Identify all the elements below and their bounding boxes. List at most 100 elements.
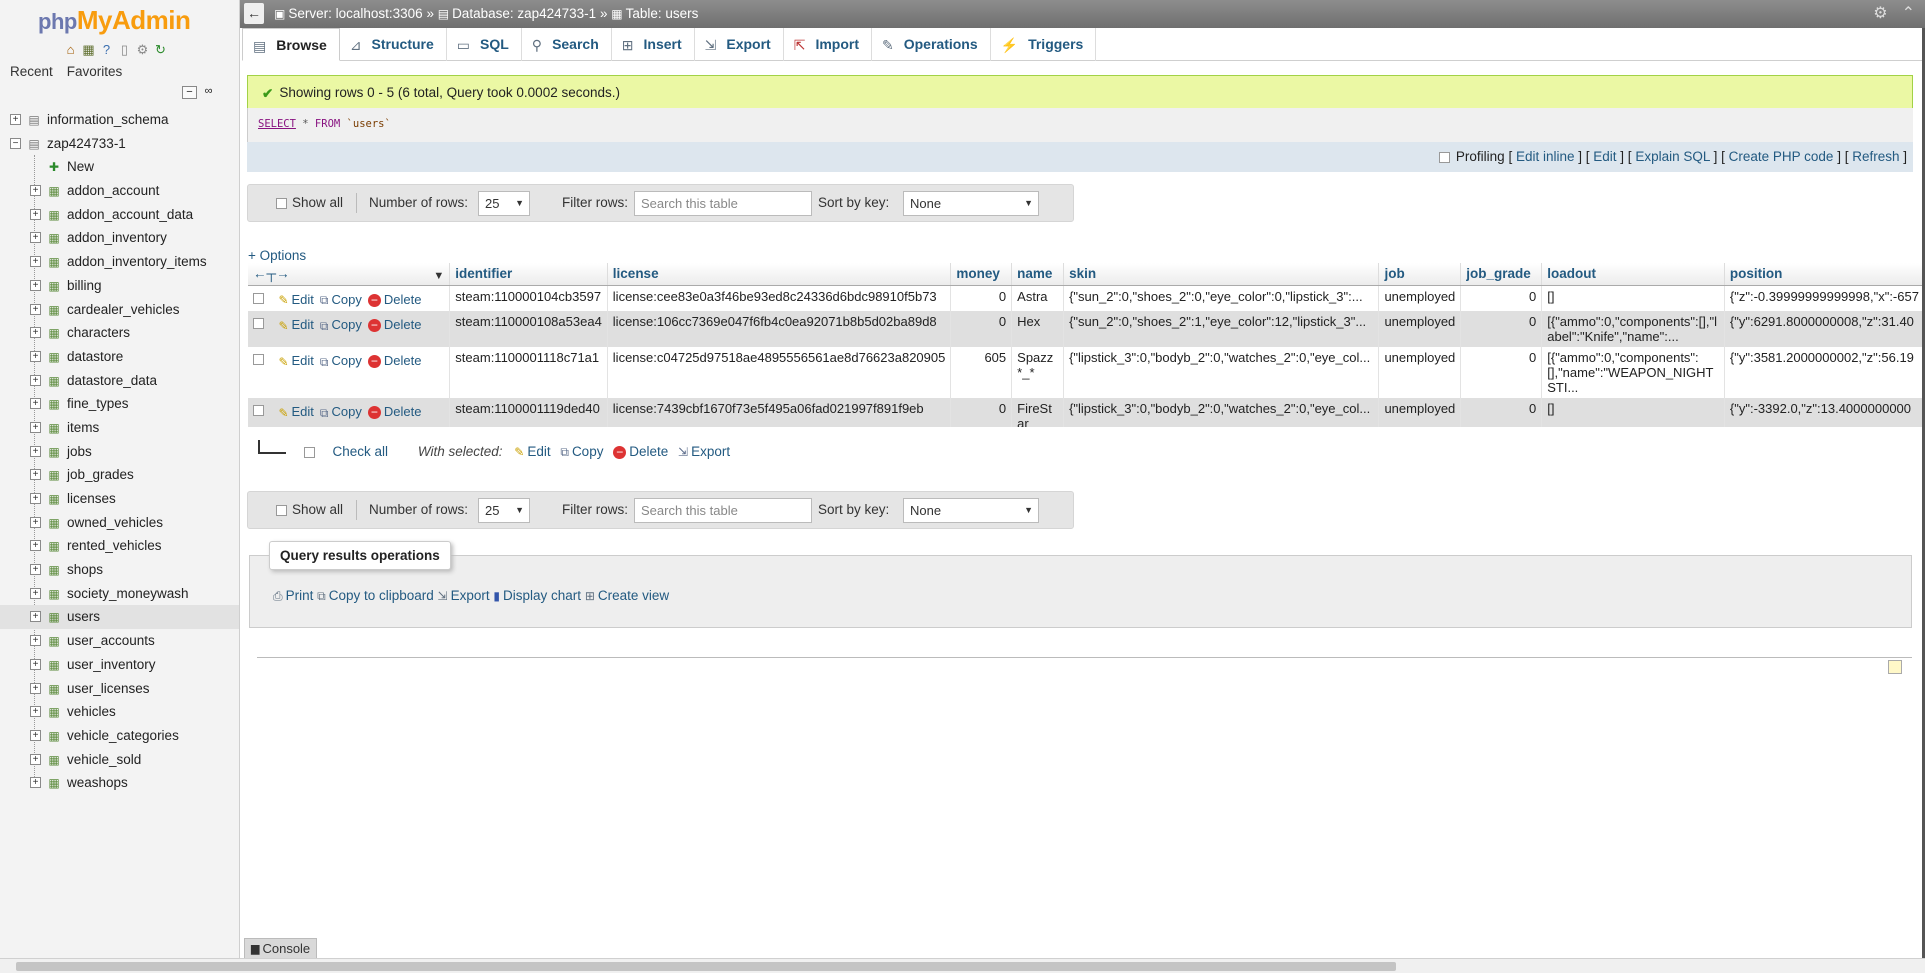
scrollbar-thumb[interactable] [16, 962, 1396, 971]
sidebar-item-label[interactable]: licenses [67, 491, 116, 506]
sidebar-item-addon-account-data[interactable]: + ▦ addon_account_data [0, 203, 239, 227]
cell-skin[interactable]: {"lipstick_3":0,"bodyb_2":0,"watches_2":… [1063, 398, 1380, 427]
help-icon[interactable]: ? [99, 42, 114, 57]
sidebar-item-label[interactable]: jobs [67, 444, 92, 459]
collapse-icon[interactable]: − [10, 137, 21, 149]
new-label[interactable]: New [67, 159, 94, 174]
show-all-toggle[interactable]: Show all [276, 185, 343, 221]
sort-options-icon[interactable]: ▼ [433, 270, 444, 282]
sidebar-item-society-moneywash[interactable]: + ▦ society_moneywash [0, 582, 239, 606]
table-browse-icon[interactable]: ▦ [47, 468, 61, 482]
copy-to-clipboard-link[interactable]: ⧉ Copy to clipboard [317, 588, 434, 603]
expand-icon[interactable]: + [30, 587, 41, 599]
column-header-name[interactable]: name [1011, 263, 1065, 286]
sidebar-item-label[interactable]: owned_vehicles [67, 515, 163, 530]
sidebar-item-user-licenses[interactable]: + ▦ user_licenses [0, 677, 239, 701]
row-delete-button[interactable]: − Delete [367, 353, 421, 369]
cell-position[interactable]: {"y":6291.8000000008,"z":31.40 [1724, 311, 1925, 347]
row-edit-button[interactable]: ✎ Edit [278, 353, 313, 368]
sort-key-select[interactable]: None ▼ [903, 191, 1039, 216]
refresh-link[interactable]: Refresh [1852, 149, 1899, 164]
row-checkbox[interactable] [253, 318, 264, 329]
expand-icon[interactable]: + [30, 398, 41, 410]
table-browse-icon[interactable]: ▦ [47, 255, 61, 269]
table-browse-icon[interactable]: ▦ [47, 374, 61, 388]
table-browse-icon[interactable]: ▦ [47, 729, 61, 743]
expand-icon[interactable]: + [30, 185, 41, 197]
sidebar-item-users[interactable]: + ▦ users [0, 605, 239, 630]
table-browse-icon[interactable]: ▦ [47, 231, 61, 245]
expand-icon[interactable]: + [30, 753, 41, 765]
cell-job[interactable]: unemployed [1378, 285, 1462, 311]
sidebar-item-vehicle-categories[interactable]: + ▦ vehicle_categories [0, 724, 239, 748]
sidebar-item-user-accounts[interactable]: + ▦ user_accounts [0, 629, 239, 653]
tab-triggers[interactable]: ⚡ Triggers [991, 28, 1097, 61]
expand-icon[interactable]: + [30, 658, 41, 670]
column-header-job[interactable]: job [1378, 263, 1462, 286]
sidebar-item-jobs[interactable]: + ▦ jobs [0, 440, 239, 464]
table-browse-icon[interactable]: ▦ [47, 682, 61, 696]
check-all-checkbox[interactable] [303, 446, 315, 458]
sidebar-item-label[interactable]: fine_types [67, 396, 129, 411]
expand-icon[interactable]: + [10, 114, 21, 125]
cell-name[interactable]: FireStar [1011, 398, 1065, 427]
reload-icon[interactable]: ↻ [153, 42, 168, 57]
table-browse-icon[interactable]: ▦ [47, 492, 61, 506]
cell-license[interactable]: license:cee83e0a3f46be93ed8c24336d6bdc98… [607, 285, 952, 311]
table-browse-icon[interactable]: ▦ [47, 326, 61, 340]
sidebar-item-label[interactable]: weashops [67, 775, 128, 790]
db-label[interactable]: zap424733-1 [47, 136, 126, 151]
cell-loadout[interactable]: [{"ammo":0,"components":[],"name":"WEAPO… [1541, 347, 1725, 398]
sidebar-item-label[interactable]: addon_account [67, 183, 159, 198]
home-icon[interactable]: ⌂ [63, 42, 78, 57]
sidebar-item-weashops[interactable]: + ▦ weashops [0, 771, 239, 795]
sidebar-item-label[interactable]: addon_inventory [67, 230, 167, 245]
row-checkbox[interactable] [253, 292, 264, 304]
filter-rows-input[interactable]: Search this table [634, 498, 812, 523]
cell-identifier[interactable]: steam:110000104cb3597 [449, 285, 608, 311]
cell-loadout[interactable]: [] [1541, 398, 1725, 427]
sidebar-item-label[interactable]: vehicle_sold [67, 752, 141, 767]
expand-icon[interactable]: + [30, 279, 41, 291]
phpmyadmin-logo[interactable]: phpMyAdmin [38, 5, 191, 36]
db-icon[interactable]: ▦ [81, 42, 96, 57]
expand-icon[interactable]: + [30, 208, 41, 220]
sidebar-item-label[interactable]: cardealer_vehicles [67, 302, 180, 317]
expand-icon[interactable]: + [30, 421, 41, 433]
cell-money[interactable]: 0 [950, 285, 1013, 311]
table-browse-icon[interactable]: ▦ [47, 397, 61, 411]
horizontal-scrollbar[interactable] [0, 958, 1925, 973]
cell-job-grade[interactable]: 0 [1460, 347, 1543, 398]
tree-new-table[interactable]: ✚ New [0, 155, 239, 179]
sidebar-item-label[interactable]: rented_vehicles [67, 538, 162, 553]
table-browse-icon[interactable]: ▦ [47, 539, 61, 553]
create-view-link[interactable]: ⊞ Create view [585, 588, 669, 603]
expand-icon[interactable]: + [30, 445, 41, 457]
sidebar-item-addon-inventory[interactable]: + ▦ addon_inventory [0, 226, 239, 250]
expand-icon[interactable]: + [30, 706, 41, 718]
tree-db-information-schema[interactable]: + ▤ information_schema [0, 108, 239, 132]
cell-position[interactable]: {"z":-0.39999999999998,"x":-657 [1724, 285, 1925, 311]
rows-select[interactable]: 25 ▼ [478, 191, 530, 216]
sidebar-item-datastore[interactable]: + ▦ datastore [0, 345, 239, 369]
tab-export[interactable]: ⇲ Export [695, 28, 784, 61]
bulk-edit-button[interactable]: ✎ Edit [514, 444, 550, 459]
cell-name[interactable]: Spazz *_* [1011, 347, 1065, 398]
bulk-export-button[interactable]: ⇲ Export [678, 444, 730, 459]
expand-icon[interactable]: + [30, 611, 41, 623]
show-all-checkbox[interactable] [276, 504, 287, 516]
docs-icon[interactable]: ▯ [117, 42, 132, 57]
sidebar-item-label[interactable]: society_moneywash [67, 586, 189, 601]
expand-icon[interactable]: + [30, 777, 41, 789]
sidebar-item-label[interactable]: user_accounts [67, 633, 155, 648]
bulk-delete-button[interactable]: − Delete [613, 444, 668, 459]
cell-identifier[interactable]: steam:1100001118c71a1 [449, 347, 608, 398]
cell-job-grade[interactable]: 0 [1460, 311, 1543, 347]
table-browse-icon[interactable]: ▦ [47, 421, 61, 435]
sidebar-item-vehicle-sold[interactable]: + ▦ vehicle_sold [0, 748, 239, 772]
sidebar-item-label[interactable]: characters [67, 325, 130, 340]
sidebar-item-rented-vehicles[interactable]: + ▦ rented_vehicles [0, 534, 239, 558]
sidebar-item-vehicles[interactable]: + ▦ vehicles [0, 700, 239, 724]
sidebar-item-label[interactable]: items [67, 420, 99, 435]
export-link[interactable]: ⇲ Export [438, 588, 490, 603]
